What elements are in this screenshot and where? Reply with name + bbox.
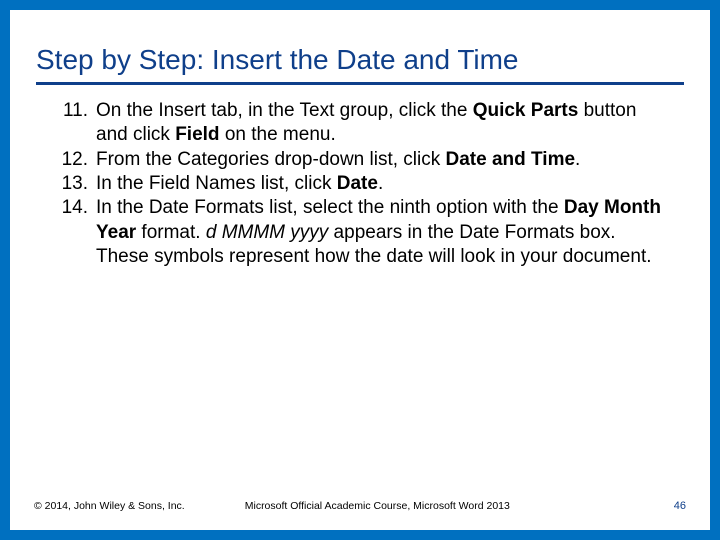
step-number: 12. (54, 148, 96, 172)
list-item: 12.From the Categories drop-down list, c… (54, 148, 666, 172)
content-area: 11.On the Insert tab, in the Text group,… (10, 93, 710, 530)
text-segment: On the Insert tab, in the Text group, cl… (96, 100, 473, 121)
text-segment: In the Date Formats list, select the nin… (96, 197, 564, 218)
text-segment: Date (337, 173, 378, 194)
text-segment: format. (136, 222, 206, 243)
step-text: On the Insert tab, in the Text group, cl… (96, 99, 666, 148)
step-number: 13. (54, 172, 96, 196)
text-segment: Quick Parts (473, 100, 579, 121)
page-title: Step by Step: Insert the Date and Time (36, 44, 684, 85)
text-segment: . (575, 149, 580, 170)
step-list: 11.On the Insert tab, in the Text group,… (54, 99, 666, 269)
step-text: From the Categories drop-down list, clic… (96, 148, 666, 172)
text-segment: d MMMM yyyy (206, 222, 328, 243)
footer-copyright: © 2014, John Wiley & Sons, Inc. (34, 500, 185, 512)
slide: Step by Step: Insert the Date and Time 1… (0, 0, 720, 540)
text-segment: Date and Time (446, 149, 576, 170)
text-segment: In the Field Names list, click (96, 173, 337, 194)
step-number: 14. (54, 196, 96, 269)
title-area: Step by Step: Insert the Date and Time (10, 10, 710, 93)
text-segment: From the Categories drop-down list, clic… (96, 149, 446, 170)
step-text: In the Field Names list, click Date. (96, 172, 666, 196)
text-segment: on the menu. (220, 124, 336, 145)
list-item: 14.In the Date Formats list, select the … (54, 196, 666, 269)
list-item: 11.On the Insert tab, in the Text group,… (54, 99, 666, 148)
text-segment: Field (175, 124, 219, 145)
text-segment: . (378, 173, 383, 194)
footer-pagenum: 46 (674, 500, 686, 512)
footer: © 2014, John Wiley & Sons, Inc. Microsof… (20, 492, 700, 520)
list-item: 13.In the Field Names list, click Date. (54, 172, 666, 196)
step-number: 11. (54, 99, 96, 148)
footer-course: Microsoft Official Academic Course, Micr… (185, 500, 674, 512)
step-text: In the Date Formats list, select the nin… (96, 196, 666, 269)
